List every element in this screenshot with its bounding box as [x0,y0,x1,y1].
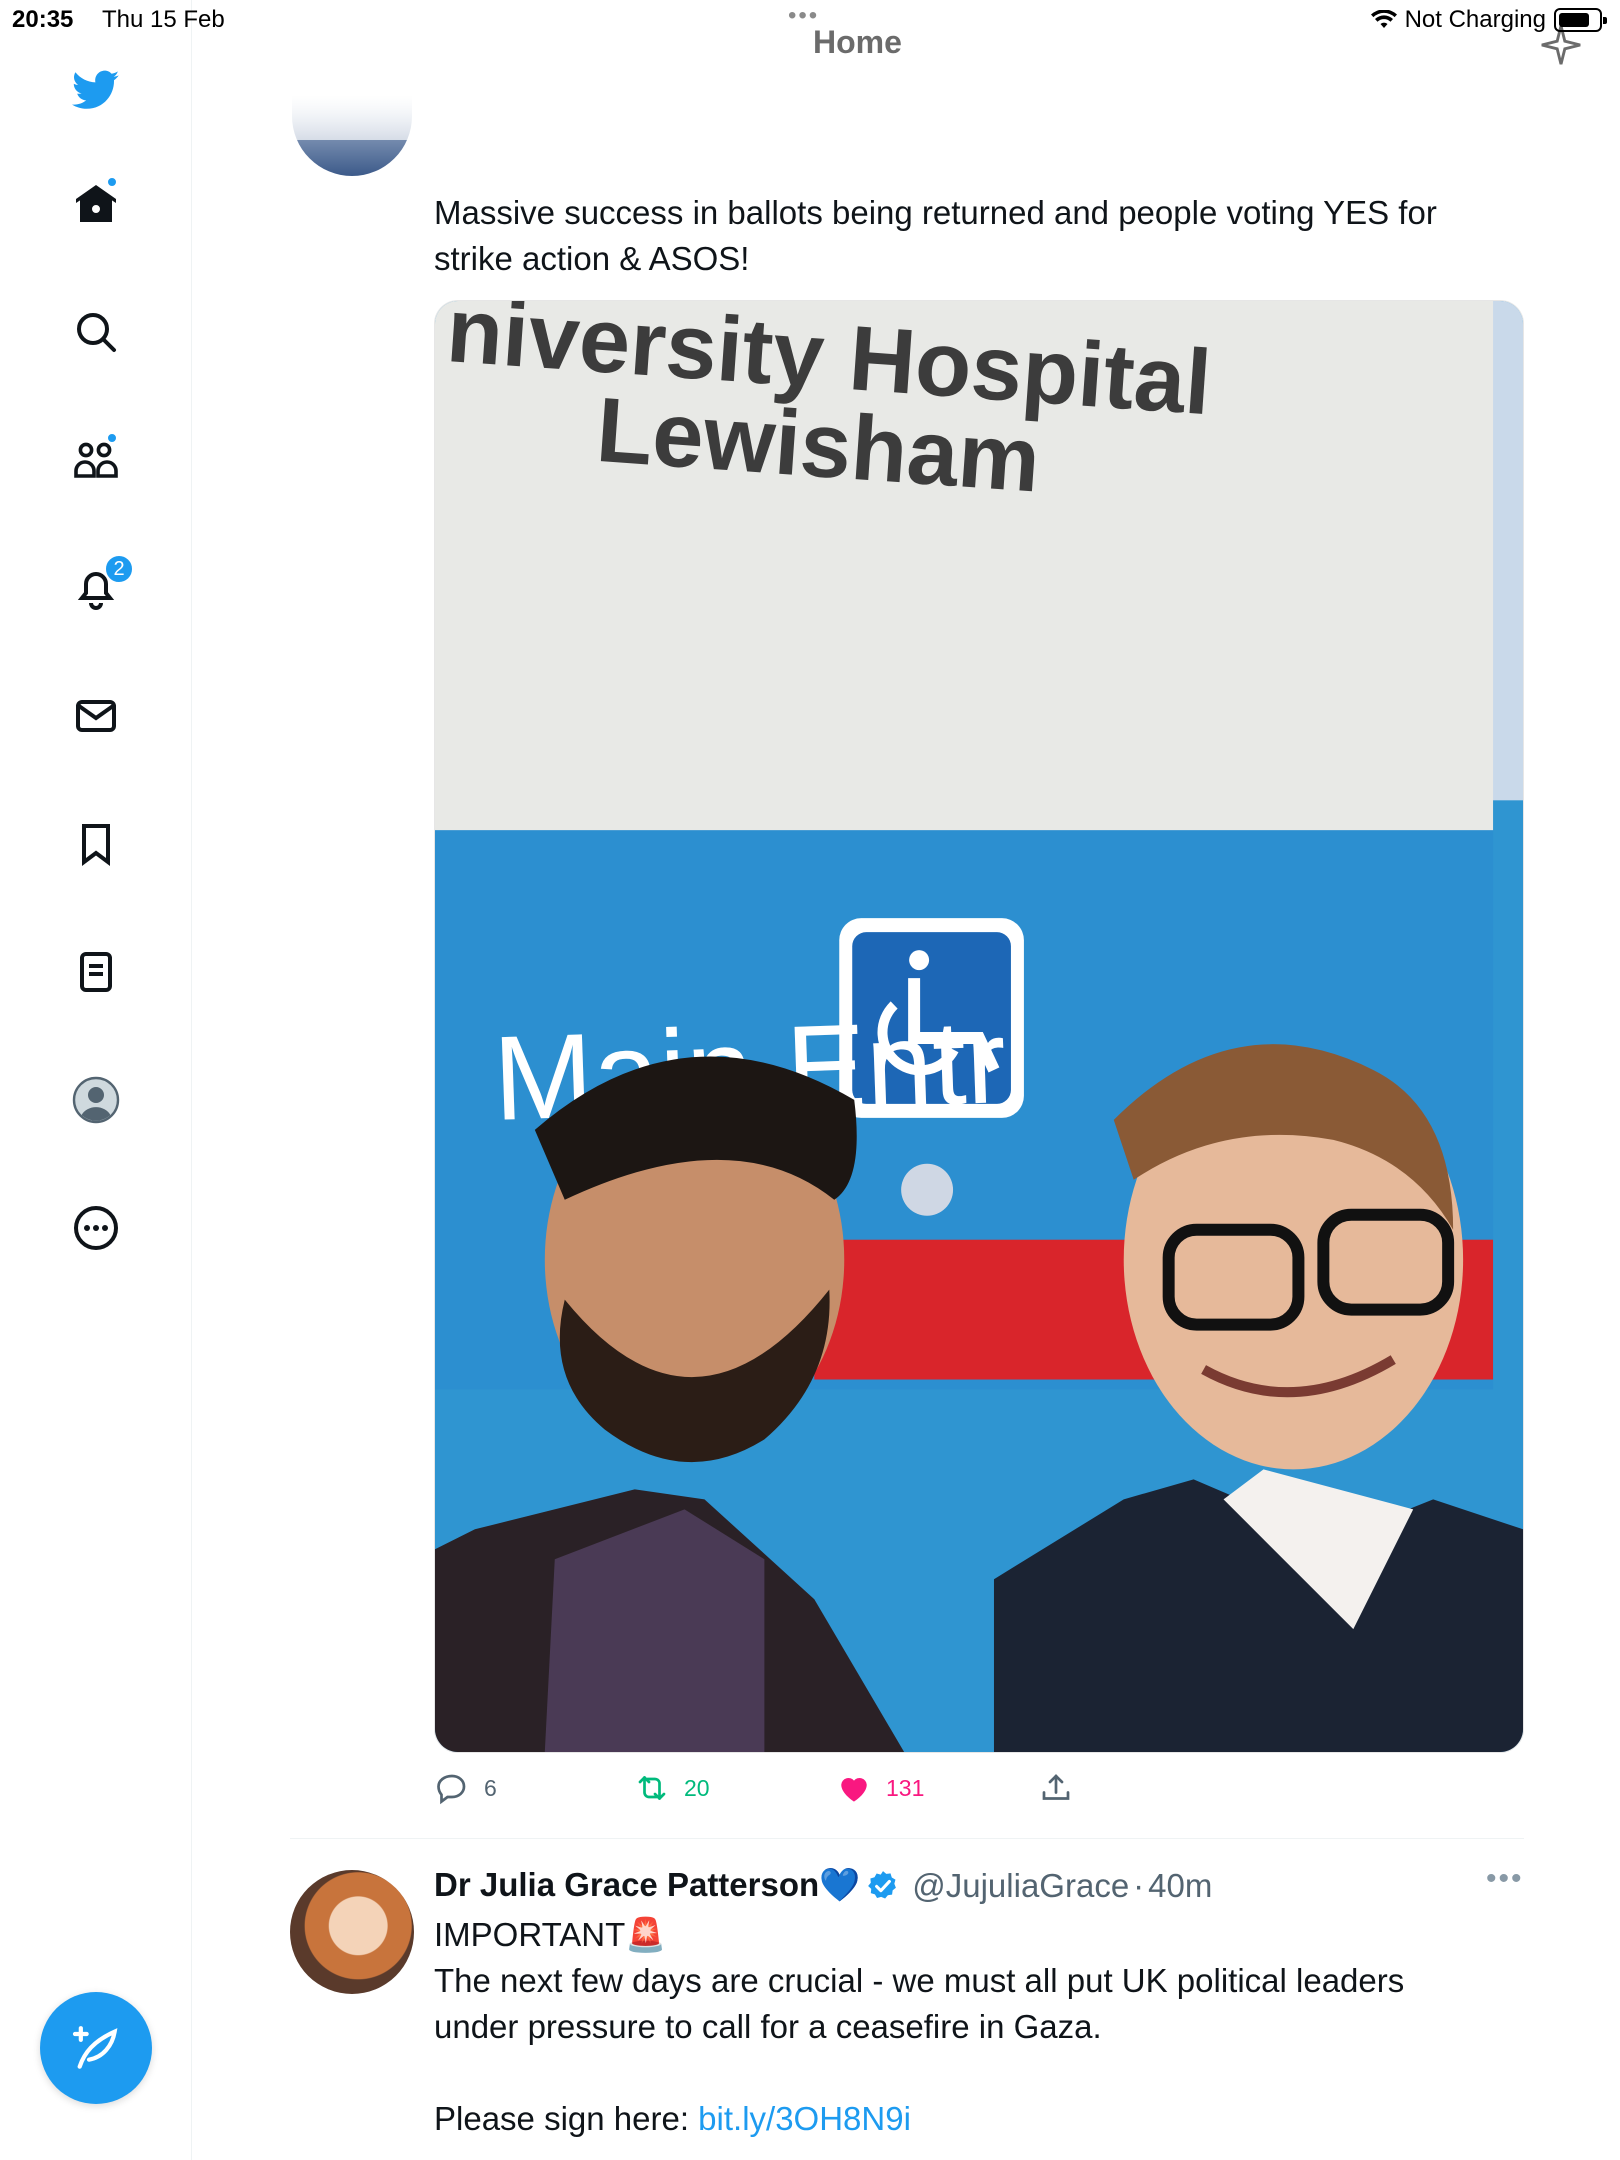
wifi-icon [1370,10,1397,28]
compose-button[interactable] [40,1992,152,2104]
search-icon[interactable] [68,304,124,360]
notifications-count-badge: 2 [104,554,134,584]
share-icon [1042,1774,1070,1800]
more-icon[interactable] [68,1200,124,1256]
tweet1-actions: 6 20 131 [434,1770,1134,1810]
tweet2-line1: IMPORTANT🚨 [434,1916,667,1953]
tweet2-avatar[interactable] [290,1870,414,1994]
status-bar: 20:35 Thu 15 Feb ••• Not Charging [0,0,1620,40]
home-icon[interactable] [68,176,124,232]
bell-icon[interactable]: 2 [68,554,134,616]
heart-icon [841,1778,867,1802]
share-button[interactable] [1038,1770,1074,1806]
tweet2-handle[interactable]: @JujuliaGrace [912,1867,1129,1905]
status-time: 20:35 [12,6,74,33]
tweet1-text-line2: strike action & ASOS! [434,240,750,277]
reply-count: 6 [484,1774,497,1801]
tweet2-more-icon[interactable]: ••• [1486,1862,1524,1896]
battery-icon [1554,8,1607,32]
tweet2-line3: under pressure to call for a ceasefire i… [434,2008,1102,2045]
twitter-bird-icon[interactable] [68,62,124,118]
home-notification-dot [106,176,118,188]
verified-badge-icon [868,1870,897,1898]
bookmark-icon[interactable] [68,816,124,872]
tweet2-author-name[interactable]: Dr Julia Grace Patterson💙 [434,1866,860,1905]
charging-status: Not Charging [1404,6,1546,33]
multitasking-dots[interactable]: ••• [788,2,819,30]
profile-icon[interactable] [68,1072,124,1128]
tweet2-header: Dr Julia Grace Patterson💙 @JujuliaGrace … [434,1866,1212,1905]
tweet2-blank-line [434,2050,1524,2096]
tweet2-line2: The next few days are crucial - we must … [434,1962,1405,1999]
retweet-count: 20 [684,1774,710,1801]
retweet-button[interactable]: 20 [634,1770,710,1806]
tweet1-image[interactable]: niversity Hospital Lewisham Main Entr [434,300,1524,1753]
tweet2-line4: Please sign here: bit.ly/3OH8N9i [434,2096,1524,2142]
tweet2-body: IMPORTANT🚨 The next few days are crucial… [434,1912,1524,2142]
retweet-icon [638,1776,666,1800]
tweet2-sign-prefix: Please sign here: [434,2100,699,2137]
lists-icon[interactable] [68,944,124,1000]
communities-notification-dot [106,432,118,444]
sidebar: 2 [0,0,192,2160]
reply-icon [437,1774,466,1805]
reply-button[interactable]: 6 [434,1770,497,1806]
handle-time-separator: · [1133,1866,1145,1904]
communities-icon[interactable] [68,432,124,488]
tweet2-link[interactable]: bit.ly/3OH8N9i [698,2100,911,2137]
like-button[interactable]: 131 [836,1770,924,1806]
status-right: Not Charging [1370,6,1607,34]
mail-icon[interactable] [68,688,124,744]
compose-feather-icon [72,2026,118,2069]
tweet1-text-line1: Massive success in ballots being returne… [434,194,1437,231]
status-date: Thu 15 Feb [102,6,225,33]
tweet-divider [290,1838,1524,1839]
like-count: 131 [886,1774,925,1801]
tweet2-timestamp[interactable]: 40m [1148,1867,1212,1905]
